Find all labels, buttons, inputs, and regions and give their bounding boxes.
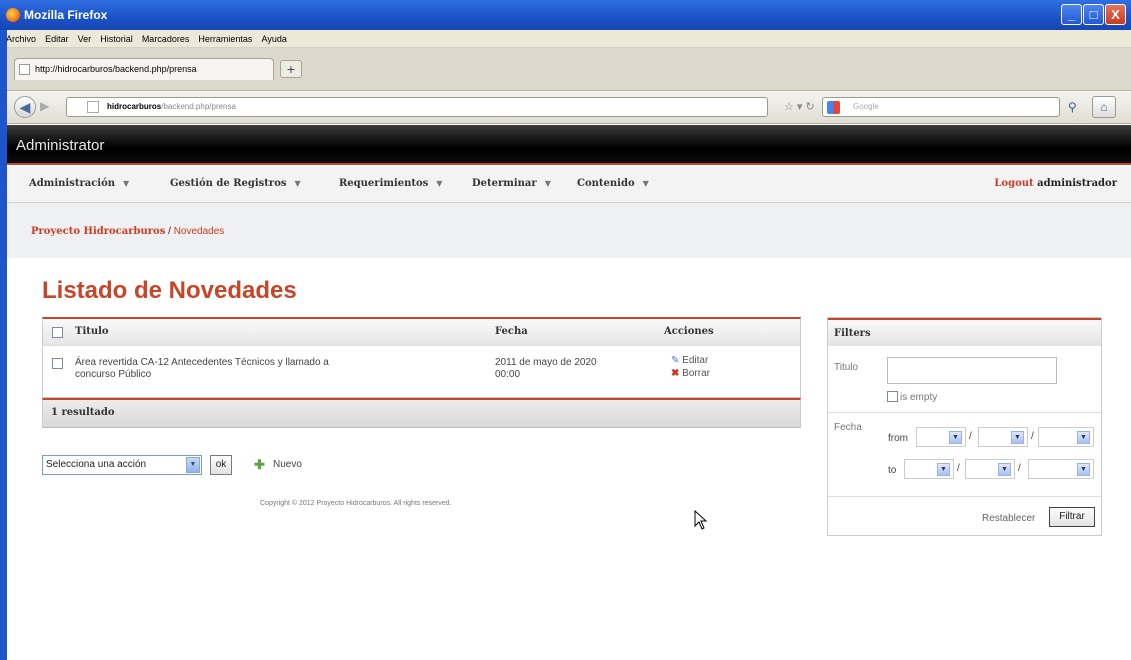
breadcrumb: Proyecto Hidrocarburos / Novedades	[31, 226, 225, 237]
logout-area: Logout administrador	[994, 178, 1117, 189]
col-acciones: Acciones	[664, 326, 714, 337]
breadcrumb-current[interactable]: Novedades	[174, 226, 225, 237]
chevron-down-icon: ▼	[294, 178, 301, 188]
site-identity-icon[interactable]	[87, 101, 99, 113]
from-year-select[interactable]: ▼	[1038, 427, 1094, 447]
menu-determinar[interactable]: Determinar ▼	[472, 178, 551, 189]
admin-title: Administrator	[16, 137, 105, 154]
chevron-down-icon[interactable]: ▼	[186, 457, 200, 473]
window-title: Mozilla Firefox	[24, 8, 108, 22]
row-fecha: 2011 de mayo de 2020 00:00	[495, 357, 597, 380]
username: administrador	[1037, 178, 1117, 189]
logout-link[interactable]: Logout	[994, 178, 1033, 189]
batch-action-select[interactable]: Selecciona una acción ▼	[42, 455, 202, 475]
page-title: Listado de Novedades	[42, 277, 297, 304]
main-menu: Administración ▼ Gestión de Registros ▼ Re…	[7, 167, 1131, 203]
filter-titulo-label: Titulo	[834, 362, 859, 373]
menu-marcadores[interactable]: Marcadores	[142, 30, 190, 48]
menu-administracion[interactable]: Administración ▼	[29, 178, 129, 189]
search-icon[interactable]: ⚲	[1068, 100, 1077, 114]
table-footer: 1 resultado	[42, 398, 801, 428]
menu-archivo[interactable]: Archivo	[6, 30, 36, 48]
to-month-select[interactable]: ▼	[965, 459, 1015, 479]
bookmark-star-icon[interactable]: ☆ ▾ ↻	[784, 100, 815, 113]
chevron-down-icon: ▼	[544, 178, 551, 188]
breadcrumb-bar: Proyecto Hidrocarburos / Novedades	[7, 203, 1131, 258]
url-text: hidrocarburos/backend.php/prensa	[107, 102, 236, 111]
mouse-cursor-icon	[694, 510, 708, 530]
breadcrumb-parent-link[interactable]: Proyecto Hidrocarburos	[31, 226, 165, 237]
col-fecha[interactable]: Fecha	[495, 326, 528, 337]
delete-link[interactable]: ✖ Borrar	[671, 368, 710, 379]
chevron-down-icon: ▼	[642, 178, 649, 188]
edit-link[interactable]: ✎ Editar	[671, 355, 708, 366]
from-label: from	[888, 433, 908, 444]
close-button[interactable]: X	[1105, 4, 1126, 25]
filter-button[interactable]: Filtrar	[1049, 507, 1095, 527]
copyright-text: Copyright © 2012 Proyecto Hidrocarburos.…	[260, 500, 452, 507]
browser-menubar: Archivo Editar Ver Historial Marcadores …	[0, 30, 1131, 48]
filter-divider	[828, 412, 1101, 413]
is-empty-checkbox[interactable]	[887, 391, 898, 402]
new-link[interactable]: Nuevo	[273, 459, 302, 470]
row-checkbox[interactable]	[52, 358, 63, 369]
to-year-select[interactable]: ▼	[1028, 459, 1094, 479]
url-bar[interactable]: hidrocarburos/backend.php/prensa	[66, 97, 768, 117]
chevron-down-icon: ▼	[436, 178, 443, 188]
menu-editar[interactable]: Editar	[45, 30, 69, 48]
pencil-icon: ✎	[671, 355, 680, 366]
search-input[interactable]: Google	[853, 102, 879, 111]
is-empty-label: is empty	[900, 392, 938, 403]
maximize-button[interactable]: □	[1083, 4, 1104, 25]
select-all-checkbox[interactable]	[52, 327, 63, 338]
filters-panel: Filters Titulo is empty Fecha from ▼ / ▼…	[827, 317, 1102, 536]
search-bar[interactable]: Google	[822, 97, 1060, 117]
new-tab-button[interactable]: +	[280, 60, 302, 78]
to-day-select[interactable]: ▼	[904, 459, 954, 479]
table-row: Área revertida CA-12 Antecedentes Técnic…	[42, 345, 801, 398]
tab-title: http://hidrocarburos/backend.php/prensa	[35, 64, 197, 74]
from-month-select[interactable]: ▼	[978, 427, 1028, 447]
table-header: Titulo Fecha Acciones	[42, 317, 801, 345]
to-label: to	[888, 465, 897, 476]
window-titlebar: Mozilla Firefox _ □ X	[0, 0, 1131, 30]
filters-header: Filters	[828, 318, 1101, 346]
home-icon[interactable]: ⌂	[1092, 96, 1116, 118]
menu-contenido[interactable]: Contenido ▼	[577, 178, 649, 189]
google-engine-icon[interactable]	[827, 101, 840, 114]
forward-arrow-icon[interactable]: ▶	[40, 99, 49, 113]
filter-fecha-label: Fecha	[834, 422, 862, 433]
batch-ok-button[interactable]: ok	[210, 455, 232, 475]
menu-ver[interactable]: Ver	[78, 30, 92, 48]
result-count: 1 resultado	[51, 407, 115, 418]
reset-link[interactable]: Restablecer	[982, 513, 1035, 524]
menu-requerimientos[interactable]: Requerimientos ▼	[339, 178, 442, 189]
filter-divider	[828, 496, 1101, 497]
admin-header: Administrator	[7, 125, 1131, 165]
firefox-logo-icon	[6, 8, 20, 22]
window-frame	[0, 30, 7, 660]
menu-herramientas[interactable]: Herramientas	[198, 30, 252, 48]
delete-icon: ✖	[671, 368, 680, 379]
col-titulo[interactable]: Titulo	[75, 326, 109, 337]
navigation-toolbar: ◀ ▶ hidrocarburos/backend.php/prensa ☆ ▾…	[0, 91, 1131, 124]
plus-icon[interactable]: ✚	[254, 457, 265, 473]
news-table: Titulo Fecha Acciones Área revertida CA-…	[42, 317, 801, 428]
menu-historial[interactable]: Historial	[100, 30, 133, 48]
row-titulo: Área revertida CA-12 Antecedentes Técnic…	[75, 357, 329, 380]
page-favicon-icon	[19, 64, 30, 75]
tab-strip: http://hidrocarburos/backend.php/prensa …	[0, 48, 1131, 91]
from-day-select[interactable]: ▼	[916, 427, 966, 447]
menu-gestion-registros[interactable]: Gestión de Registros ▼	[170, 178, 301, 189]
back-arrow-icon[interactable]: ◀	[14, 96, 36, 118]
minimize-button[interactable]: _	[1061, 4, 1082, 25]
filter-titulo-input[interactable]	[887, 357, 1057, 384]
menu-ayuda[interactable]: Ayuda	[262, 30, 287, 48]
chevron-down-icon: ▼	[123, 178, 130, 188]
browser-tab[interactable]: http://hidrocarburos/backend.php/prensa	[14, 58, 274, 80]
